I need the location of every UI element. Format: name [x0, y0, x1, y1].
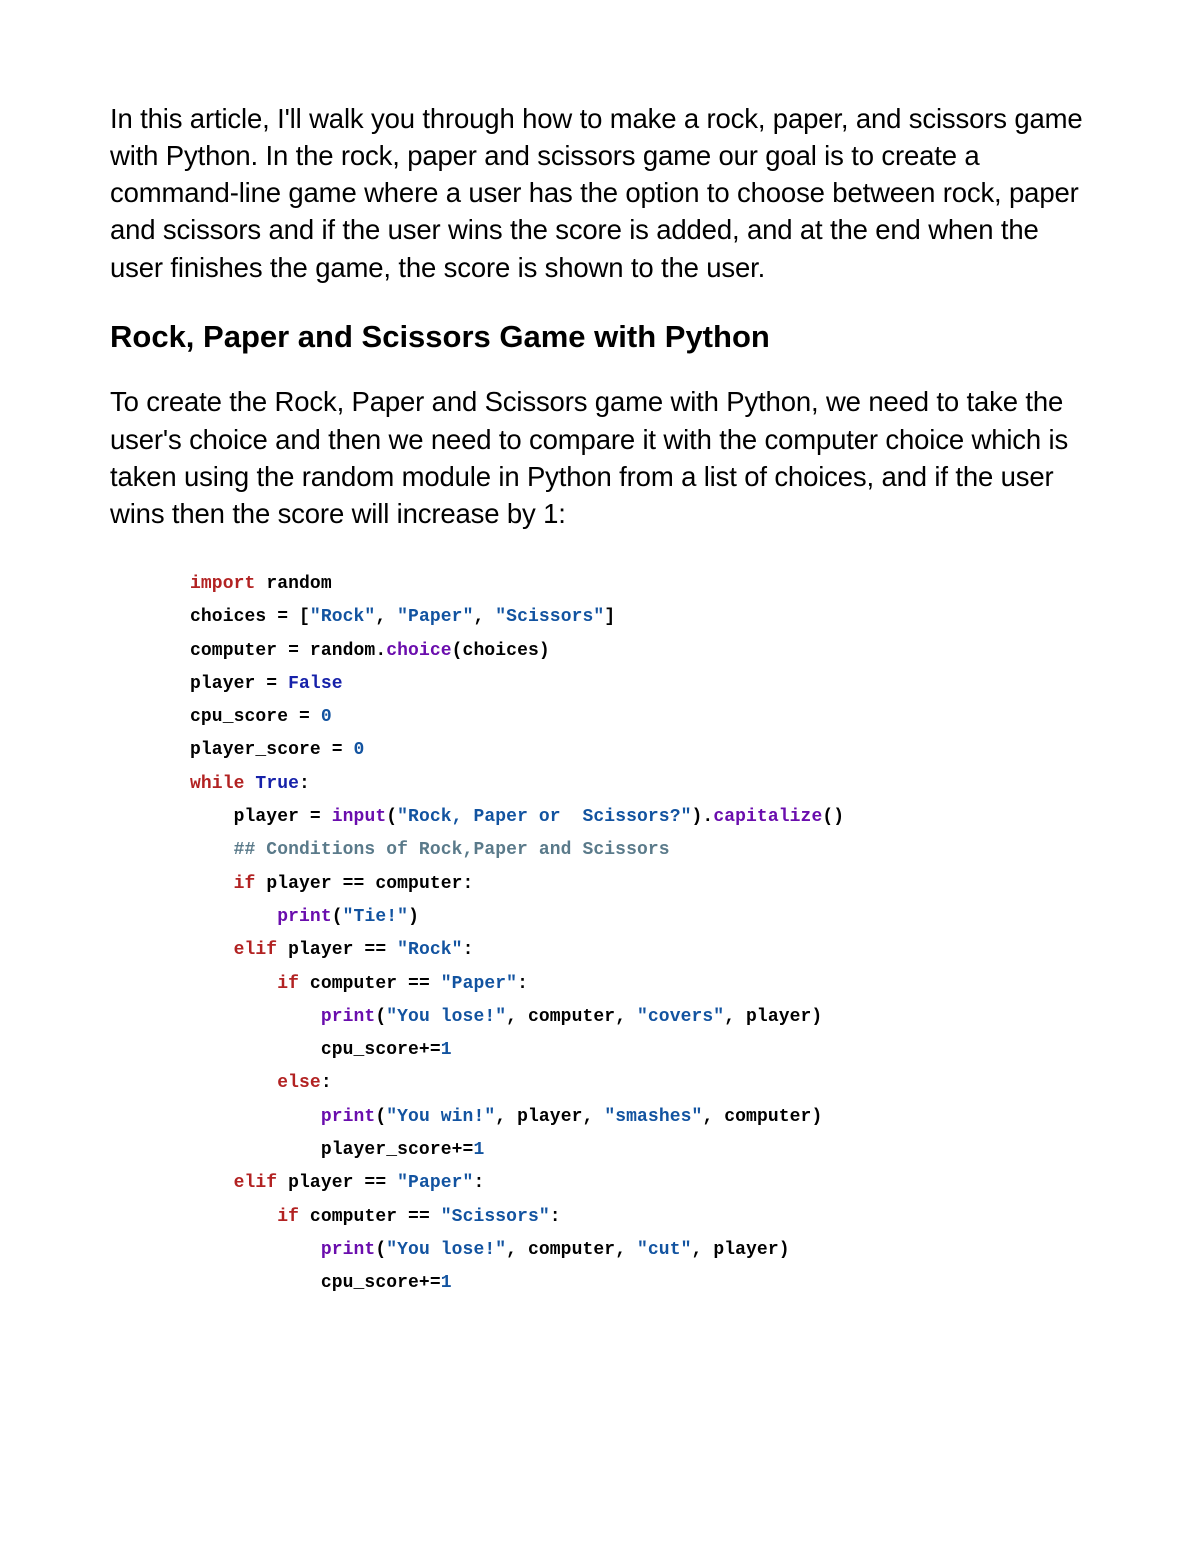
code-text: ). — [692, 807, 714, 827]
code-keyword: if — [190, 874, 255, 894]
code-text: ( — [375, 1107, 386, 1127]
code-bool: False — [288, 674, 343, 694]
code-string: "You win!" — [386, 1107, 495, 1127]
code-text: : — [463, 940, 474, 960]
code-function: print — [321, 1107, 376, 1127]
code-text: , computer, — [506, 1007, 637, 1027]
code-keyword: while — [190, 774, 245, 794]
code-string: "Paper" — [397, 1173, 473, 1193]
code-string: "cut" — [637, 1240, 692, 1260]
code-function: input — [332, 807, 387, 827]
code-text: () — [822, 807, 844, 827]
code-text: computer == — [299, 1207, 441, 1227]
code-text: : — [517, 974, 528, 994]
code-keyword: elif — [190, 940, 277, 960]
code-text: : — [299, 774, 310, 794]
second-paragraph: To create the Rock, Paper and Scissors g… — [110, 383, 1090, 532]
code-text — [190, 1107, 321, 1127]
code-text: ] — [604, 607, 615, 627]
code-string: "You lose!" — [386, 1007, 506, 1027]
code-string: "smashes" — [604, 1107, 702, 1127]
code-function: choice — [386, 641, 451, 661]
code-string: "covers" — [637, 1007, 724, 1027]
code-text: player_score+= — [190, 1140, 473, 1160]
code-keyword: elif — [190, 1173, 277, 1193]
code-string: "Scissors" — [495, 607, 604, 627]
code-string: "You lose!" — [386, 1240, 506, 1260]
code-text — [190, 1007, 321, 1027]
code-keyword: if — [190, 1207, 299, 1227]
code-text: , player, — [495, 1107, 604, 1127]
code-text: ( — [332, 907, 343, 927]
code-function: print — [321, 1240, 376, 1260]
code-number: 0 — [321, 707, 332, 727]
code-function: print — [321, 1007, 376, 1027]
code-text: computer == — [299, 974, 441, 994]
code-text: , player) — [692, 1240, 790, 1260]
code-number: 1 — [441, 1273, 452, 1293]
code-text: , — [375, 607, 397, 627]
code-text: : — [550, 1207, 561, 1227]
code-string: "Tie!" — [343, 907, 408, 927]
code-text — [190, 1240, 321, 1260]
code-text: (choices) — [452, 641, 550, 661]
code-text: player_score = — [190, 740, 354, 760]
code-text: player = — [190, 807, 332, 827]
code-text: , player) — [724, 1007, 822, 1027]
code-text: ) — [408, 907, 419, 927]
code-text: cpu_score+= — [190, 1040, 441, 1060]
intro-paragraph: In this article, I'll walk you through h… — [110, 100, 1090, 286]
code-text: player == — [277, 1173, 397, 1193]
code-text: ( — [375, 1007, 386, 1027]
code-text: random — [255, 574, 331, 594]
code-text: ( — [386, 807, 397, 827]
section-heading: Rock, Paper and Scissors Game with Pytho… — [110, 316, 1090, 358]
code-text: : — [321, 1073, 332, 1093]
code-string: "Paper" — [441, 974, 517, 994]
code-text: cpu_score+= — [190, 1273, 441, 1293]
code-text: , computer, — [506, 1240, 637, 1260]
code-keyword: import — [190, 574, 255, 594]
code-text: computer = random. — [190, 641, 386, 661]
code-number: 0 — [354, 740, 365, 760]
code-string: "Rock" — [397, 940, 462, 960]
code-comment: ## Conditions of Rock,Paper and Scissors — [190, 840, 670, 860]
code-number: 1 — [441, 1040, 452, 1060]
code-text: , computer) — [702, 1107, 822, 1127]
code-number: 1 — [473, 1140, 484, 1160]
code-string: "Scissors" — [441, 1207, 550, 1227]
code-text: : — [473, 1173, 484, 1193]
code-text — [245, 774, 256, 794]
code-text: player == — [277, 940, 397, 960]
code-text: ( — [375, 1240, 386, 1260]
code-bool: True — [255, 774, 299, 794]
code-text: choices = [ — [190, 607, 310, 627]
code-function: print — [277, 907, 332, 927]
code-function: capitalize — [713, 807, 822, 827]
code-text: , — [473, 607, 495, 627]
code-text — [190, 907, 277, 927]
code-text: cpu_score = — [190, 707, 321, 727]
code-block: import random choices = ["Rock", "Paper"… — [190, 568, 1090, 1301]
code-text: player == computer: — [255, 874, 473, 894]
code-string: "Rock" — [310, 607, 375, 627]
code-keyword: if — [190, 974, 299, 994]
code-keyword: else — [190, 1073, 321, 1093]
code-string: "Rock, Paper or Scissors?" — [397, 807, 691, 827]
code-text: player = — [190, 674, 288, 694]
code-string: "Paper" — [397, 607, 473, 627]
